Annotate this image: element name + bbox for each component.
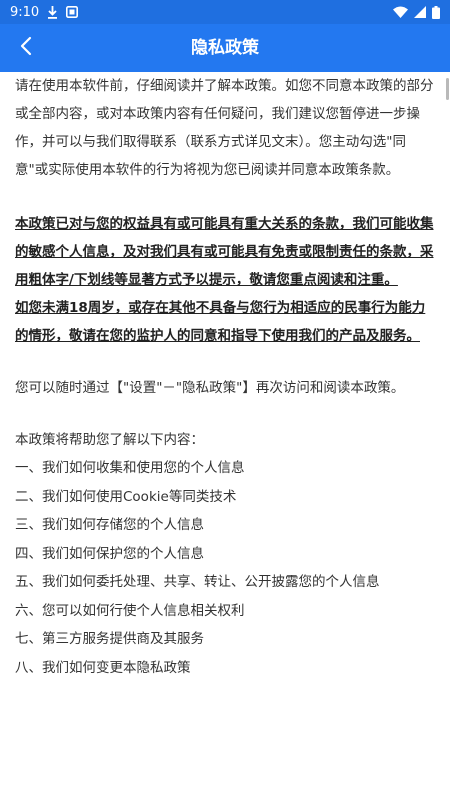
page-title: 隐私政策	[191, 38, 259, 58]
toc-item: 七、第三方服务提供商及其服务	[15, 631, 204, 647]
battery-icon	[432, 5, 440, 19]
back-button[interactable]	[6, 28, 46, 68]
toc-item: 五、我们如何委托处理、共享、转让、公开披露您的个人信息	[15, 574, 380, 590]
intro-paragraph: 请在使用本软件前，仔细阅读并了解本政策。如您不同意本政策的部分或全部内容，或对本…	[15, 78, 434, 178]
back-arrow-icon	[19, 36, 33, 60]
toc-intro: 本政策将帮助您了解以下内容：	[15, 432, 204, 448]
status-bar: 9:10	[0, 0, 450, 24]
app-bar: 隐私政策	[0, 24, 450, 72]
signal-icon	[414, 6, 426, 18]
revisit-paragraph: 您可以随时通过【"设置"－"隐私政策"】再次访问和阅读本政策。	[15, 380, 405, 396]
toc-item: 四、我们如何保护您的个人信息	[15, 545, 204, 562]
notification-icon	[66, 6, 79, 18]
status-right	[393, 5, 440, 19]
important-notice: 本政策已对与您的权益具有或可能具有重大关系的条款，我们可能收集的敏感个人信息，及…	[15, 216, 434, 288]
wifi-icon	[393, 6, 408, 18]
policy-content[interactable]: 请在使用本软件前，仔细阅读并了解本政策。如您不同意本政策的部分或全部内容，或对本…	[0, 72, 450, 800]
status-left: 9:10	[10, 4, 79, 20]
toc-item: 六、您可以如何行使个人信息相关权利	[15, 602, 245, 619]
toc-item: 八、我们如何变更本隐私政策	[15, 659, 191, 676]
status-time: 9:10	[10, 4, 40, 20]
toc-item: 一、我们如何收集和使用您的个人信息	[15, 460, 245, 476]
toc-list: 一、我们如何收集和使用您的个人信息 二、我们如何使用Cookie等同类技术 三、…	[15, 454, 436, 682]
toc-item: 三、我们如何存储您的个人信息	[15, 517, 204, 533]
minor-notice: 如您未满18周岁，或存在其他不具备与您行为相适应的民事行为能力的情形，敬请在您的…	[15, 300, 426, 344]
toc-item: 二、我们如何使用Cookie等同类技术	[15, 488, 237, 505]
scrollbar-thumb[interactable]	[446, 78, 449, 100]
download-icon	[47, 5, 58, 19]
